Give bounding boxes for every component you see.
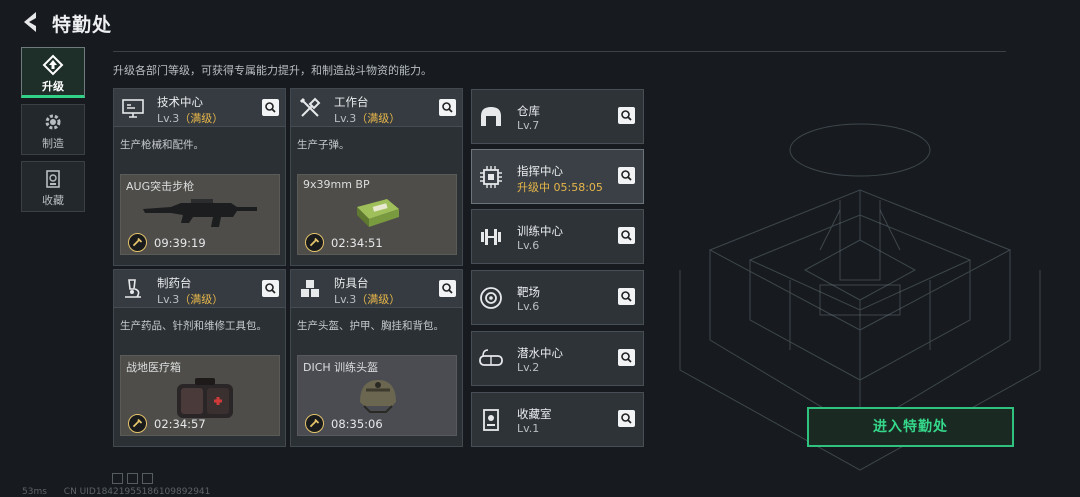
card-header: 工作台 Lv.3（满级） <box>291 89 462 127</box>
nav-collection-label: 收藏 <box>42 194 64 207</box>
production-timer: 02:34:57 <box>154 417 206 431</box>
facility-upgrade-status: 升级中 05:58:05 <box>517 181 603 194</box>
collection-icon <box>46 170 60 188</box>
facility-level: Lv.6 <box>517 300 540 313</box>
facility-name: 训练中心 <box>517 224 563 238</box>
nav-upgrade[interactable]: 升级 <box>21 47 85 98</box>
card-level: Lv.3（满级） <box>334 112 401 125</box>
nav-craft-label: 制造 <box>42 137 64 150</box>
production-timer: 08:35:06 <box>331 417 383 431</box>
production-timer: 09:39:19 <box>154 236 206 250</box>
card-level: Lv.3（满级） <box>334 293 401 306</box>
facility-collection-room[interactable]: 收藏室 Lv.1 <box>471 392 644 447</box>
card-header: 制药台 Lv.3（满级） <box>114 270 285 308</box>
search-icon[interactable] <box>618 349 635 366</box>
product-name: AUG突击步枪 <box>126 180 195 193</box>
card-header: 防具台 Lv.3（满级） <box>291 270 462 308</box>
enter-special-ops-button[interactable]: 进入特勤处 <box>807 407 1014 447</box>
facility-name: 仓库 <box>517 104 540 118</box>
divider <box>113 51 1006 52</box>
card-name: 制药台 <box>157 276 192 290</box>
card-description: 生产子弹。 <box>297 139 350 151</box>
facility-level: Lv.7 <box>517 119 540 132</box>
card-header: 技术中心 Lv.3（满级） <box>114 89 285 127</box>
timer-icon <box>128 414 147 433</box>
warehouse-icon <box>481 107 501 126</box>
search-icon[interactable] <box>618 410 635 427</box>
production-slot[interactable]: DICH 训练头盔 08:35:06 <box>297 355 457 436</box>
page-description: 升级各部门等级，可获得专属能力提升，和制造战斗物资的能力。 <box>113 64 432 77</box>
department-card-pharmacy[interactable]: 制药台 Lv.3（满级） 生产药品、针剂和维修工具包。 战地医疗箱 02:34:… <box>113 269 286 447</box>
cubes-icon <box>301 280 319 297</box>
search-icon[interactable] <box>618 107 635 124</box>
facility-level: Lv.2 <box>517 361 540 374</box>
dumbbell-icon <box>481 229 501 245</box>
facility-level: Lv.1 <box>517 422 540 435</box>
tools-icon <box>299 97 321 117</box>
product-name: DICH 训练头盔 <box>303 361 379 374</box>
card-name: 技术中心 <box>157 95 203 109</box>
display-case-icon <box>483 409 499 431</box>
production-slot[interactable]: AUG突击步枪 09:39:19 <box>120 174 280 255</box>
card-description: 生产头盔、护甲、胸挂和背包。 <box>297 320 444 332</box>
gear-icon <box>45 114 61 130</box>
production-timer: 02:34:51 <box>331 236 383 250</box>
product-name: 战地医疗箱 <box>126 361 181 374</box>
product-name: 9x39mm BP <box>303 178 370 191</box>
facility-training-center[interactable]: 训练中心 Lv.6 <box>471 209 644 264</box>
medkit-image <box>177 378 233 418</box>
back-arrow-icon[interactable] <box>18 9 44 35</box>
helmet-image <box>360 380 396 413</box>
facility-name: 靶场 <box>517 285 540 299</box>
facility-command-center[interactable]: 指挥中心 升级中 05:58:05 <box>471 149 644 204</box>
search-icon[interactable] <box>618 167 635 184</box>
facility-diving-center[interactable]: 潜水中心 Lv.2 <box>471 331 644 386</box>
facility-shooting-range[interactable]: 靶场 Lv.6 <box>471 270 644 325</box>
facility-name: 潜水中心 <box>517 346 563 360</box>
target-icon <box>480 287 502 309</box>
nav-collection[interactable]: 收藏 <box>21 161 85 212</box>
facility-name: 收藏室 <box>517 407 552 421</box>
page-title: 特勤处 <box>52 14 113 36</box>
facility-name: 指挥中心 <box>517 164 563 178</box>
card-name: 防具台 <box>334 276 369 290</box>
goggles-icon <box>479 349 503 366</box>
chip-icon <box>480 166 502 188</box>
search-icon[interactable] <box>618 288 635 305</box>
mini-indicators <box>112 469 157 488</box>
ammo-box-image <box>357 199 399 227</box>
search-icon[interactable] <box>439 99 456 116</box>
card-name: 工作台 <box>334 95 369 109</box>
timer-icon <box>305 233 324 252</box>
timer-icon <box>128 233 147 252</box>
upgrade-icon <box>42 54 64 76</box>
nav-upgrade-label: 升级 <box>42 80 64 93</box>
header: 特勤处 <box>0 0 1080 44</box>
production-slot[interactable]: 9x39mm BP 02:34:51 <box>297 174 457 255</box>
search-icon[interactable] <box>262 99 279 116</box>
search-icon[interactable] <box>618 227 635 244</box>
card-description: 生产枪械和配件。 <box>120 139 204 151</box>
search-icon[interactable] <box>262 280 279 297</box>
production-slot[interactable]: 战地医疗箱 02:34:57 <box>120 355 280 436</box>
department-card-tech-center[interactable]: 技术中心 Lv.3（满级） 生产枪械和配件。 AUG突击步枪 09:39:19 <box>113 88 286 266</box>
monitor-icon <box>122 99 144 118</box>
card-level: Lv.3（满级） <box>157 293 224 306</box>
card-description: 生产药品、针剂和维修工具包。 <box>120 320 267 332</box>
microscope-icon <box>125 279 141 298</box>
facility-warehouse[interactable]: 仓库 Lv.7 <box>471 89 644 144</box>
nav-craft[interactable]: 制造 <box>21 104 85 155</box>
facility-level: Lv.6 <box>517 239 540 252</box>
department-card-workbench[interactable]: 工作台 Lv.3（满级） 生产子弹。 9x39mm BP 02:34:51 <box>290 88 463 266</box>
search-icon[interactable] <box>439 280 456 297</box>
card-level: Lv.3（满级） <box>157 112 224 125</box>
timer-icon <box>305 414 324 433</box>
department-card-armor-bench[interactable]: 防具台 Lv.3（满级） 生产头盔、护甲、胸挂和背包。 DICH 训练头盔 08… <box>290 269 463 447</box>
rifle-image <box>143 199 257 227</box>
